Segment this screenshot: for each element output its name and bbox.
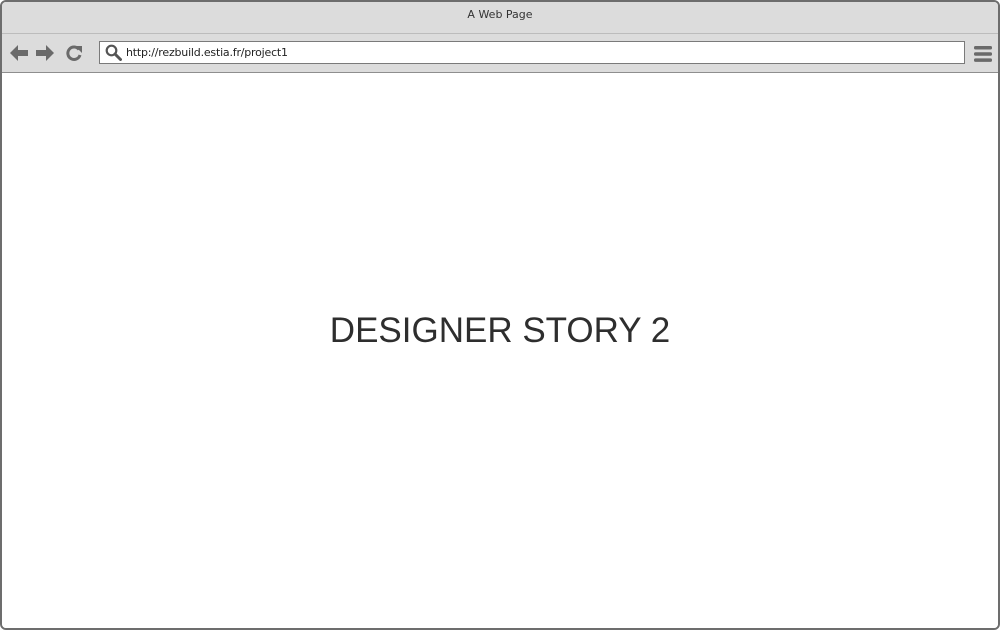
page-content: DESIGNER STORY 2 — [2, 73, 998, 628]
arrow-left-icon — [10, 45, 28, 61]
browser-toolbar: http://rezbuild.estia.fr/project1 — [2, 34, 998, 73]
reload-icon — [66, 45, 82, 61]
page-headline: DESIGNER STORY 2 — [329, 311, 671, 350]
address-bar[interactable]: http://rezbuild.estia.fr/project1 — [99, 41, 965, 64]
arrow-right-icon — [36, 45, 54, 61]
url-text: http://rezbuild.estia.fr/project1 — [126, 46, 288, 59]
search-icon — [105, 44, 122, 61]
hamburger-menu-icon — [974, 46, 992, 62]
forward-button[interactable] — [35, 44, 55, 62]
back-button[interactable] — [9, 44, 29, 62]
title-bar: A Web Page — [2, 2, 998, 34]
browser-window: A Web Page http://rezbuild.estia.fr/proj… — [0, 0, 1000, 630]
reload-button[interactable] — [64, 44, 84, 62]
window-title: A Web Page — [467, 8, 533, 21]
menu-button[interactable] — [972, 44, 994, 64]
